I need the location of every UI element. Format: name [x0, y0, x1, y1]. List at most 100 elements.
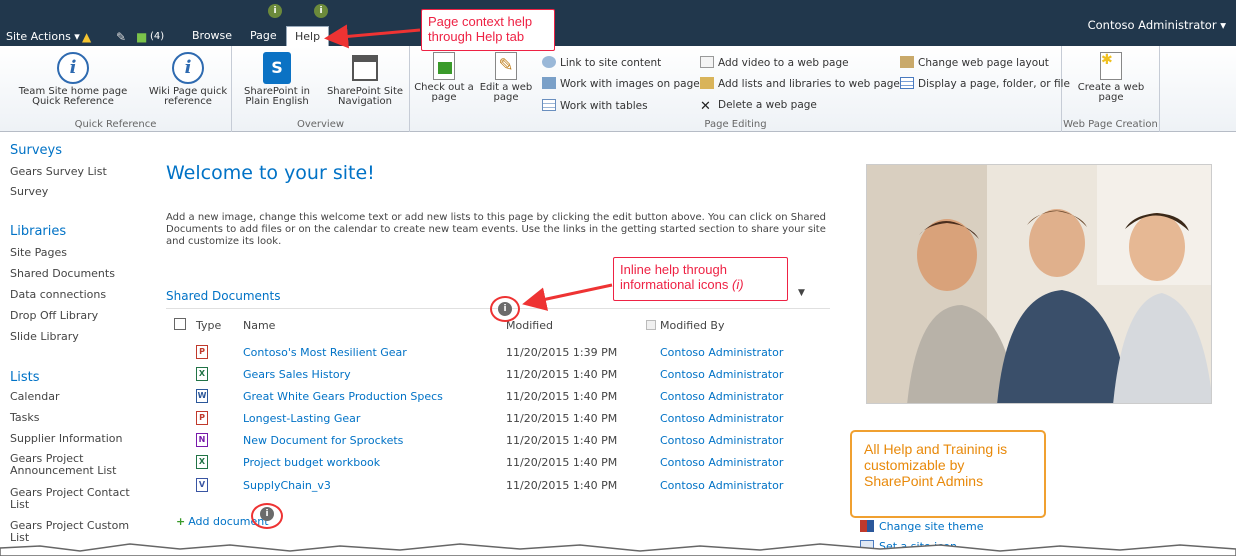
- video-icon: [700, 56, 714, 68]
- document-name[interactable]: New Document for Sprockets: [243, 434, 403, 447]
- table-row[interactable]: P Contoso's Most Resilient Gear 11/20/20…: [166, 345, 826, 367]
- info-icon[interactable]: i: [268, 4, 282, 18]
- modified-by[interactable]: Contoso Administrator: [660, 456, 783, 469]
- column-modified-by[interactable]: Modified By: [660, 319, 725, 332]
- nav-item[interactable]: Survey: [10, 186, 145, 198]
- link-site-content-button[interactable]: Link to site content: [542, 56, 661, 69]
- document-name[interactable]: Project budget workbook: [243, 456, 380, 469]
- add-lists-button[interactable]: Add lists and libraries to web pages: [700, 77, 905, 90]
- powerpoint-icon: P: [196, 411, 208, 425]
- table-row[interactable]: X Project budget workbook 11/20/2015 1:4…: [166, 455, 826, 477]
- modified-by[interactable]: Contoso Administrator: [660, 412, 783, 425]
- modified-date: 11/20/2015 1:40 PM: [506, 434, 618, 447]
- excel-icon: X: [196, 455, 208, 469]
- image-icon: [542, 77, 556, 89]
- site-actions-menu[interactable]: Site Actions ▾: [6, 30, 80, 43]
- page-title: Welcome to your site!: [166, 162, 375, 184]
- nav-item[interactable]: Data connections: [10, 289, 145, 301]
- ribbon: i Team Site home page Quick Reference i …: [0, 46, 1236, 132]
- nav-item[interactable]: Gears Project Custom List: [10, 520, 145, 544]
- modified-by[interactable]: Contoso Administrator: [660, 479, 783, 492]
- nav-item[interactable]: Calendar: [10, 391, 145, 403]
- table-row[interactable]: P Longest-Lasting Gear 11/20/2015 1:40 P…: [166, 411, 826, 433]
- tags-notes-icon[interactable]: ■: [136, 30, 147, 44]
- display-page-button[interactable]: Display a page, folder, or file: [900, 77, 1070, 90]
- column-name[interactable]: Name: [243, 319, 275, 332]
- nav-item[interactable]: Shared Documents: [10, 268, 145, 280]
- chevron-down-icon[interactable]: ▼: [798, 288, 805, 298]
- table-row[interactable]: N New Document for Sprockets 11/20/2015 …: [166, 433, 826, 455]
- nav-item[interactable]: Gears Project Contact List: [10, 487, 145, 511]
- column-type[interactable]: Type: [196, 319, 221, 332]
- visio-icon: V: [196, 478, 208, 492]
- site-image: [866, 164, 1212, 404]
- document-name[interactable]: Contoso's Most Resilient Gear: [243, 346, 407, 359]
- lists-icon: [700, 77, 714, 89]
- display-icon: [900, 77, 914, 89]
- nav-heading-surveys[interactable]: Surveys: [10, 143, 62, 158]
- nav-item[interactable]: Drop Off Library: [10, 310, 145, 322]
- nav-item[interactable]: Tasks: [10, 412, 145, 424]
- modified-by[interactable]: Contoso Administrator: [660, 368, 783, 381]
- team-site-quick-reference-button[interactable]: i Team Site home page Quick Reference: [4, 52, 142, 107]
- modified-date: 11/20/2015 1:39 PM: [506, 346, 618, 359]
- modified-date: 11/20/2015 1:40 PM: [506, 412, 618, 425]
- modified-by[interactable]: Contoso Administrator: [660, 434, 783, 447]
- nav-item[interactable]: Supplier Information: [10, 433, 145, 445]
- ribbon-group-web-page-creation: ✱ Create a web page Web Page Creation: [1062, 46, 1160, 132]
- delete-web-page-button[interactable]: ✕ Delete a web page: [700, 99, 817, 113]
- edit-web-page-button[interactable]: ✎ Edit a web page: [476, 52, 536, 103]
- sharepoint-site-navigation-button[interactable]: SharePoint Site Navigation: [322, 52, 408, 107]
- set-site-icon-link[interactable]: Set a site icon: [860, 540, 957, 553]
- arrow-to-info-icon: [522, 283, 613, 311]
- info-icon: i: [172, 52, 204, 84]
- suite-bar: i i Site Actions ▾ ▲ ✎ ■ (4) Browse Page…: [0, 0, 1236, 46]
- tab-help[interactable]: Help: [286, 26, 330, 46]
- add-video-button[interactable]: Add video to a web page: [700, 56, 849, 69]
- document-name[interactable]: Longest-Lasting Gear: [243, 412, 360, 425]
- nav-heading-lists[interactable]: Lists: [10, 370, 40, 385]
- create-web-page-button[interactable]: ✱ Create a web page: [1066, 52, 1156, 103]
- info-icon: i: [57, 52, 89, 84]
- document-name[interactable]: SupplyChain_v3: [243, 479, 331, 492]
- customizable-callout: All Help and Training is customizable by…: [850, 430, 1046, 518]
- shared-documents-title[interactable]: Shared Documents: [166, 289, 280, 303]
- nav-item[interactable]: Site Pages: [10, 247, 145, 259]
- work-tables-button[interactable]: Work with tables: [542, 99, 648, 112]
- change-site-theme-link[interactable]: Change site theme: [860, 520, 984, 533]
- modified-date: 11/20/2015 1:40 PM: [506, 368, 618, 381]
- user-menu[interactable]: Contoso Administrator ▾: [1088, 18, 1226, 32]
- notification-count: (4): [150, 31, 165, 42]
- check-out-icon: [433, 52, 455, 80]
- tab-browse[interactable]: Browse: [184, 26, 240, 46]
- welcome-text: Add a new image, change this welcome tex…: [166, 212, 826, 247]
- tab-page[interactable]: Page: [242, 26, 285, 46]
- document-name[interactable]: Gears Sales History: [243, 368, 351, 381]
- check-out-page-button[interactable]: Check out a page: [414, 52, 474, 103]
- column-modified[interactable]: Modified: [506, 319, 553, 332]
- change-layout-button[interactable]: Change web page layout: [900, 56, 1049, 69]
- navigate-up-icon[interactable]: ▲: [82, 30, 91, 44]
- table-row[interactable]: W Great White Gears Production Specs 11/…: [166, 389, 826, 411]
- plus-icon: +: [176, 515, 186, 528]
- onenote-icon: N: [196, 433, 208, 447]
- filter-icon: [646, 320, 656, 330]
- sharepoint-plain-english-button[interactable]: S SharePoint in Plain English: [234, 52, 320, 107]
- edit-page-icon[interactable]: ✎: [116, 30, 126, 44]
- delete-icon: ✕: [700, 99, 711, 114]
- info-icon[interactable]: i: [314, 4, 328, 18]
- nav-heading-libraries[interactable]: Libraries: [10, 224, 66, 239]
- highlight-circle: [490, 296, 520, 322]
- table-row[interactable]: V SupplyChain_v3 11/20/2015 1:40 PM Cont…: [166, 478, 826, 500]
- table-row[interactable]: X Gears Sales History 11/20/2015 1:40 PM…: [166, 367, 826, 389]
- nav-item[interactable]: Gears Project Announcement List: [10, 453, 145, 477]
- select-all-checkbox[interactable]: [174, 318, 186, 330]
- nav-item[interactable]: Slide Library: [10, 331, 145, 343]
- modified-by[interactable]: Contoso Administrator: [660, 346, 783, 359]
- modified-by[interactable]: Contoso Administrator: [660, 390, 783, 403]
- wiki-page-quick-reference-button[interactable]: i Wiki Page quick reference: [146, 52, 230, 107]
- work-images-button[interactable]: Work with images on pages: [542, 77, 705, 90]
- inline-help-callout: Inline help through informational icons …: [613, 257, 788, 301]
- nav-item[interactable]: Gears Survey List: [10, 166, 145, 178]
- document-name[interactable]: Great White Gears Production Specs: [243, 390, 443, 403]
